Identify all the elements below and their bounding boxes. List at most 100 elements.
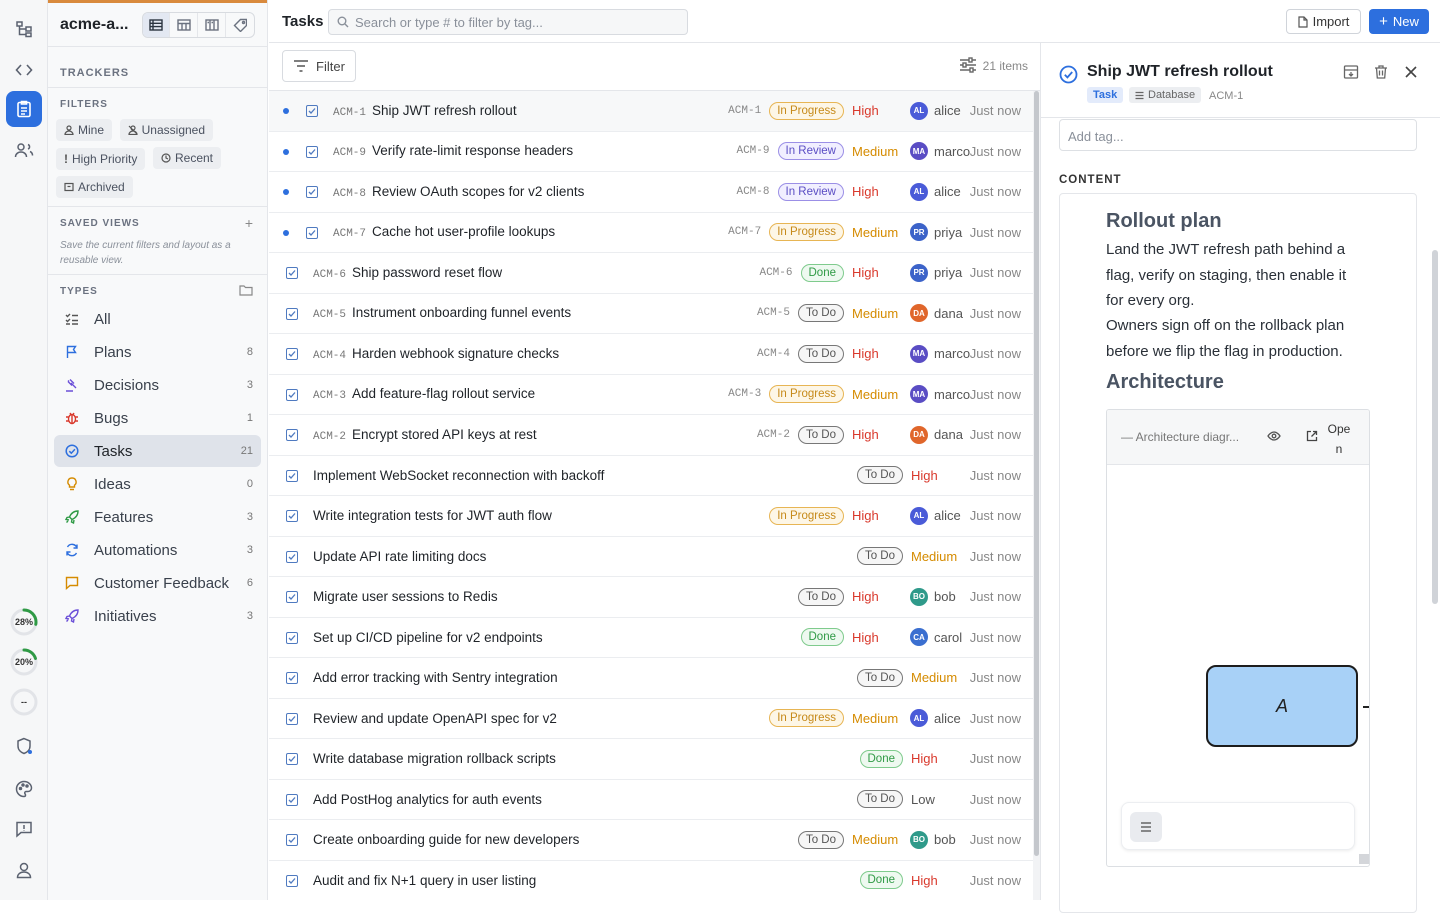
filter-chip-recent[interactable]: Recent: [152, 147, 222, 169]
tag-view-icon[interactable]: [226, 13, 254, 37]
content-editor[interactable]: Rollout plan Land the JWT refresh path b…: [1059, 193, 1417, 913]
clipboard-icon[interactable]: [6, 91, 42, 127]
table-row[interactable]: Set up CI/CD pipeline for v2 endpoints Do…: [269, 618, 1033, 658]
type-item-tasks[interactable]: Tasks 21: [54, 435, 261, 467]
assignee-name[interactable]: alice: [934, 711, 969, 726]
table-row[interactable]: Review and update OpenAPI spec for v2 In …: [269, 699, 1033, 739]
assignee-name[interactable]: marco: [934, 387, 970, 402]
status-badge[interactable]: To Do: [797, 425, 844, 444]
status-badge[interactable]: Done: [859, 871, 903, 890]
task-checkbox-icon[interactable]: [286, 834, 298, 846]
table-view-icon[interactable]: [170, 12, 199, 37]
status-badge[interactable]: To Do: [856, 790, 903, 809]
status-badge[interactable]: To Do: [797, 587, 844, 606]
priority-label[interactable]: High: [852, 508, 904, 523]
task-title[interactable]: Update API rate limiting docs: [313, 549, 486, 564]
type-item-initiatives[interactable]: Initiatives 3: [54, 600, 261, 632]
task-title[interactable]: Write integration tests for JWT auth flo…: [313, 508, 552, 523]
status-badge[interactable]: To Do: [856, 668, 903, 687]
task-title[interactable]: Review and update OpenAPI spec for v2: [313, 711, 557, 726]
assignee-name[interactable]: bob: [934, 589, 969, 604]
hamburger-menu-icon[interactable]: [1130, 812, 1162, 842]
type-item-bugs[interactable]: Bugs 1: [54, 402, 261, 434]
workspace-name[interactable]: acme-a...: [60, 16, 138, 34]
new-button[interactable]: + New: [1369, 9, 1429, 34]
task-checkbox-icon[interactable]: [286, 348, 298, 360]
assignee-name[interactable]: carol: [934, 630, 969, 645]
tune-icon[interactable]: [959, 56, 977, 74]
hierarchy-icon[interactable]: [6, 11, 42, 47]
table-row[interactable]: Create onboarding guide for new develope…: [269, 820, 1033, 861]
task-title[interactable]: Harden webhook signature checks: [352, 346, 559, 361]
task-checkbox-icon[interactable]: [286, 631, 298, 644]
board-view-icon[interactable]: [198, 12, 227, 37]
assignee-name[interactable]: bob: [934, 832, 969, 847]
table-row[interactable]: Implement WebSocket reconnection with ba…: [269, 456, 1033, 496]
priority-label[interactable]: High: [852, 103, 904, 118]
table-row[interactable]: ACM-1 Ship JWT refresh rollout ACM-1 In Pro…: [269, 91, 1033, 132]
priority-label[interactable]: High: [852, 589, 904, 604]
assignee-name[interactable]: marco: [934, 346, 970, 361]
priority-label[interactable]: High: [852, 265, 904, 280]
panel-scrollbar[interactable]: [1432, 250, 1438, 604]
list-view-icon[interactable]: [142, 12, 171, 37]
priority-label[interactable]: High: [911, 751, 963, 766]
task-title[interactable]: Audit and fix N+1 query in user listing: [313, 873, 536, 888]
resize-handle[interactable]: [1359, 854, 1369, 864]
task-checkbox-icon[interactable]: [286, 591, 298, 603]
status-badge[interactable]: In Progress: [769, 101, 844, 120]
open-diagram-button[interactable]: Ope n: [1326, 419, 1352, 459]
status-badge[interactable]: In Review: [777, 142, 844, 161]
type-item-ideas[interactable]: Ideas 0: [54, 468, 261, 500]
import-button[interactable]: Import: [1286, 9, 1361, 34]
status-badge[interactable]: Done: [859, 749, 903, 768]
status-badge[interactable]: To Do: [856, 547, 903, 566]
task-title[interactable]: Ship password reset flow: [352, 265, 502, 280]
table-row[interactable]: ACM-5 Instrument onboarding funnel events…: [269, 294, 1033, 334]
feedback-icon[interactable]: [6, 811, 42, 847]
task-title[interactable]: Add feature-flag rollout service: [352, 386, 535, 401]
type-item-customer-feedback[interactable]: Customer Feedback 6: [54, 567, 261, 599]
filter-chip-high-priority[interactable]: ! High Priority: [56, 148, 146, 170]
open-external-icon[interactable]: [1306, 430, 1318, 442]
task-title[interactable]: Implement WebSocket reconnection with ba…: [313, 468, 604, 483]
task-checkbox-icon[interactable]: [286, 712, 298, 725]
close-icon[interactable]: [1404, 65, 1418, 79]
assignee-name[interactable]: alice: [934, 184, 969, 199]
task-checkbox-icon[interactable]: [306, 186, 318, 198]
task-title[interactable]: Encrypt stored API keys at rest: [352, 427, 537, 442]
task-checkbox-icon[interactable]: [286, 510, 298, 522]
status-badge[interactable]: To Do: [797, 344, 844, 363]
task-title[interactable]: Add error tracking with Sentry integrati…: [313, 670, 558, 685]
status-badge[interactable]: Done: [800, 263, 844, 282]
filter-button[interactable]: Filter: [282, 50, 356, 82]
palette-icon[interactable]: [6, 771, 42, 807]
status-badge[interactable]: In Progress: [769, 506, 844, 525]
task-checkbox-icon[interactable]: [286, 307, 298, 320]
priority-label[interactable]: High: [852, 346, 904, 361]
type-item-features[interactable]: Features 3: [54, 501, 261, 533]
add-saved-view-icon[interactable]: +: [245, 215, 253, 231]
task-title[interactable]: Create onboarding guide for new develope…: [313, 832, 579, 847]
search-input[interactable]: Search or type # to filter by tag...: [328, 9, 688, 35]
assignee-name[interactable]: priya: [934, 225, 969, 240]
type-item-decisions[interactable]: Decisions 3: [54, 369, 261, 401]
status-badge[interactable]: To Do: [856, 466, 903, 485]
priority-label[interactable]: Medium: [852, 225, 904, 240]
filter-chip-unassigned[interactable]: Unassigned: [119, 119, 214, 141]
area-tag[interactable]: Database: [1129, 87, 1202, 103]
table-row[interactable]: ACM-2 Encrypt stored API keys at rest ACM-…: [269, 415, 1033, 456]
table-row[interactable]: Update API rate limiting docs To Do Medium…: [269, 537, 1033, 577]
code-icon[interactable]: [6, 52, 42, 88]
trash-icon[interactable]: [1373, 64, 1389, 80]
task-checkbox-icon[interactable]: [286, 793, 298, 806]
status-badge[interactable]: To Do: [797, 304, 844, 323]
priority-label[interactable]: Medium: [852, 387, 904, 402]
priority-label[interactable]: High: [852, 630, 904, 645]
table-row[interactable]: ACM-6 Ship password reset flow ACM-6 Done Hi…: [269, 253, 1033, 294]
assignee-name[interactable]: alice: [934, 103, 969, 118]
diagram-embed[interactable]: — Architecture diagr... Ope n A: [1106, 409, 1370, 867]
table-row[interactable]: ACM-9 Verify rate-limit response headers A…: [269, 132, 1033, 172]
status-badge[interactable]: Done: [800, 628, 844, 647]
task-title[interactable]: Write database migration rollback script…: [313, 751, 556, 766]
